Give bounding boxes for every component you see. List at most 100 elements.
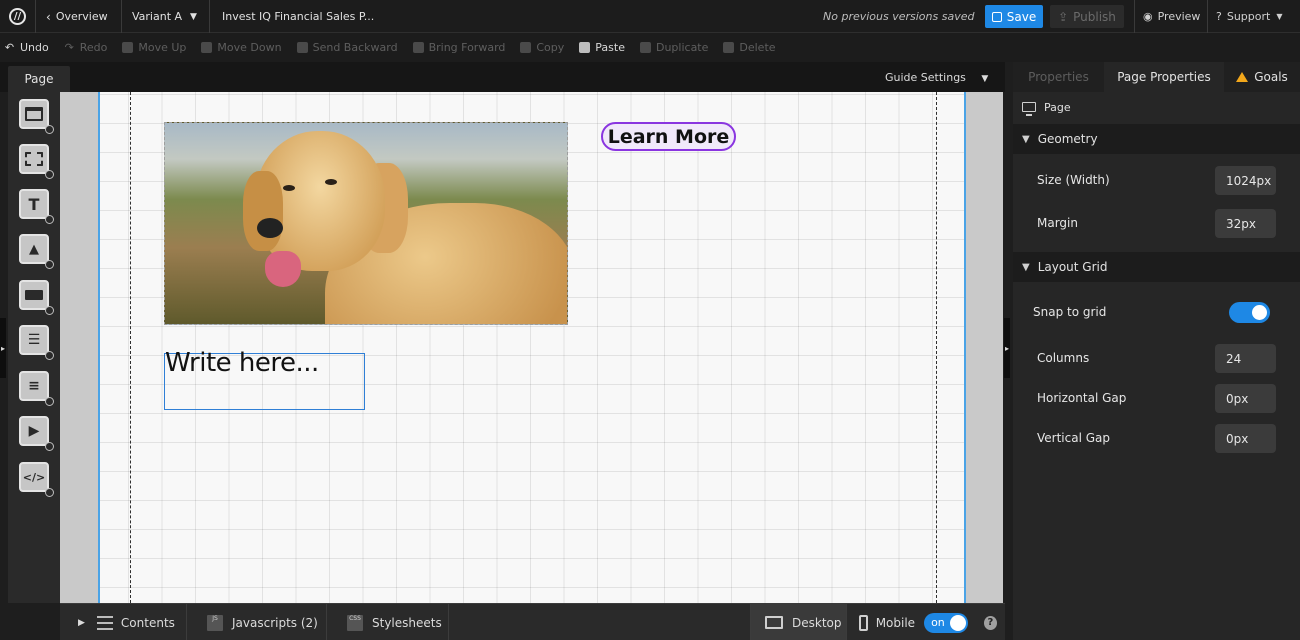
text-tool-button[interactable]: T [19, 189, 54, 224]
send-backward-button[interactable]: Send Backward [296, 41, 398, 54]
page-title-text: Invest IQ Financial Sales P... [222, 10, 375, 23]
learn-more-button[interactable]: Learn More [601, 122, 736, 151]
move-down-label: Move Down [217, 41, 282, 54]
section-tool-button[interactable] [19, 99, 54, 134]
guide-settings-dropdown[interactable]: Guide Settings ▼ [885, 71, 988, 84]
list-tool-button[interactable]: ≡ [19, 371, 54, 406]
text-icon: T [28, 194, 40, 214]
undo-button[interactable]: ↶ Undo [4, 41, 49, 54]
expand-dot-icon [45, 306, 54, 315]
canvas-area: Learn More Write here... [60, 92, 1003, 603]
mobile-icon [859, 614, 868, 631]
right-panel: Properties Page Properties Goals Page ▼ … [1013, 62, 1300, 640]
toggle-knob [1252, 305, 1267, 320]
variant-label: Variant A [132, 10, 183, 23]
duplicate-button[interactable]: Duplicate [639, 41, 709, 54]
help-circle-icon: ? [1216, 10, 1222, 23]
mobile-view-controls: Mobile on ? [847, 604, 997, 640]
dog-nose-shape [257, 218, 283, 238]
tab-properties[interactable]: Properties [1013, 62, 1104, 92]
horizontal-gap-input[interactable]: 0px [1215, 384, 1276, 413]
chevron-down-icon: ▼ [1022, 261, 1030, 273]
size-width-input[interactable]: 1024px [1215, 166, 1276, 195]
dog-eye-shape [325, 179, 337, 185]
vertical-gap-input[interactable]: 0px [1215, 424, 1276, 453]
preview-button[interactable]: ◉ Preview [1134, 0, 1206, 33]
vertical-gap-label: Vertical Gap [1037, 431, 1111, 445]
section-icon [25, 107, 43, 121]
box-tool-button[interactable] [19, 144, 54, 179]
contents-button[interactable]: ▶ Contents [60, 604, 187, 640]
margin-input[interactable]: 32px [1215, 209, 1276, 238]
javascripts-button[interactable]: JS Javascripts (2) [187, 604, 327, 640]
move-down-button[interactable]: Move Down [201, 41, 282, 54]
desktop-view-button[interactable]: Desktop [750, 604, 847, 640]
stylesheets-button[interactable]: CSS Stylesheets [327, 604, 449, 640]
columns-input[interactable]: 24 [1215, 344, 1276, 373]
video-tool-button[interactable]: ▶ [19, 416, 54, 451]
button-tool-button[interactable] [19, 280, 54, 315]
paste-label: Paste [595, 41, 625, 54]
dog-image[interactable] [164, 122, 568, 325]
version-status: No previous versions saved [823, 10, 975, 23]
eye-icon: ◉ [1143, 10, 1153, 23]
variant-selector[interactable]: Variant A ▼ [122, 0, 210, 33]
paste-button[interactable]: Paste [579, 41, 625, 54]
mobile-toggle[interactable]: on [924, 612, 968, 633]
top-bar: // ‹ Overview Variant A ▼ Invest IQ Fina… [0, 0, 1300, 33]
javascripts-label: Javascripts (2) [232, 615, 318, 630]
desktop-label: Desktop [792, 615, 842, 630]
image-tool-button[interactable]: ▲ [19, 234, 54, 269]
undo-icon: ↶ [4, 41, 15, 54]
collapse-left-arrow-icon[interactable]: ▸ [0, 318, 6, 378]
move-up-button[interactable]: Move Up [122, 41, 186, 54]
collapse-right-arrow-icon[interactable]: ▸ [1004, 318, 1010, 378]
bring-forward-button[interactable]: Bring Forward [412, 41, 505, 54]
trash-icon [723, 42, 735, 53]
paste-icon [579, 42, 591, 53]
form-icon: ☰ [27, 332, 41, 348]
page-title[interactable]: Invest IQ Financial Sales P... [210, 0, 380, 33]
page-selector-row: Page [1013, 92, 1300, 122]
page-header: Page Guide Settings ▼ [0, 62, 1005, 92]
caret-down-icon: ▼ [1276, 12, 1283, 21]
text-block[interactable]: Write here... [164, 348, 365, 410]
delete-button[interactable]: Delete [723, 41, 776, 54]
chevron-left-icon: ‹ [46, 9, 51, 24]
delete-label: Delete [739, 41, 776, 54]
warning-icon [1236, 72, 1249, 82]
layout-grid-section-header[interactable]: ▼ Layout Grid [1013, 252, 1300, 282]
tab-goals[interactable]: Goals [1224, 62, 1300, 92]
app-logo[interactable]: // [0, 0, 36, 33]
redo-button[interactable]: ↷ Redo [64, 41, 108, 54]
form-tool-button[interactable]: ☰ [19, 325, 54, 360]
copy-label: Copy [536, 41, 565, 54]
guide-settings-label: Guide Settings [885, 71, 966, 84]
support-menu[interactable]: ? Support ▼ [1207, 0, 1300, 33]
caret-right-icon: ▶ [78, 617, 85, 628]
page-canvas[interactable]: Learn More Write here... [98, 92, 966, 603]
code-tool-button[interactable]: </> [19, 462, 54, 497]
box-icon [25, 152, 43, 166]
text-placeholder[interactable]: Write here... [165, 348, 319, 378]
hamburger-icon [96, 615, 113, 630]
overview-back-button[interactable]: ‹ Overview [36, 0, 122, 33]
redo-icon: ↷ [64, 41, 74, 54]
save-button[interactable]: Save [985, 5, 1043, 28]
bring-forward-icon [412, 42, 424, 53]
publish-button[interactable]: ⇪ Publish [1050, 5, 1124, 28]
save-label: Save [1006, 9, 1037, 24]
duplicate-label: Duplicate [655, 41, 709, 54]
chevron-down-icon: ▼ [1022, 133, 1030, 145]
copy-button[interactable]: Copy [520, 41, 564, 54]
bottom-bar: ▶ Contents JS Javascripts (2) CSS Styles… [60, 603, 1005, 640]
support-label: Support [1226, 10, 1271, 23]
geometry-section-header[interactable]: ▼ Geometry [1013, 124, 1300, 154]
snap-to-grid-toggle[interactable] [1229, 302, 1270, 323]
help-icon[interactable]: ? [983, 615, 997, 630]
expand-dot-icon [45, 397, 54, 406]
expand-dot-icon [45, 260, 54, 269]
mobile-label[interactable]: Mobile [876, 616, 915, 630]
tab-page-properties[interactable]: Page Properties [1104, 62, 1224, 92]
tab-page[interactable]: Page [8, 66, 70, 92]
